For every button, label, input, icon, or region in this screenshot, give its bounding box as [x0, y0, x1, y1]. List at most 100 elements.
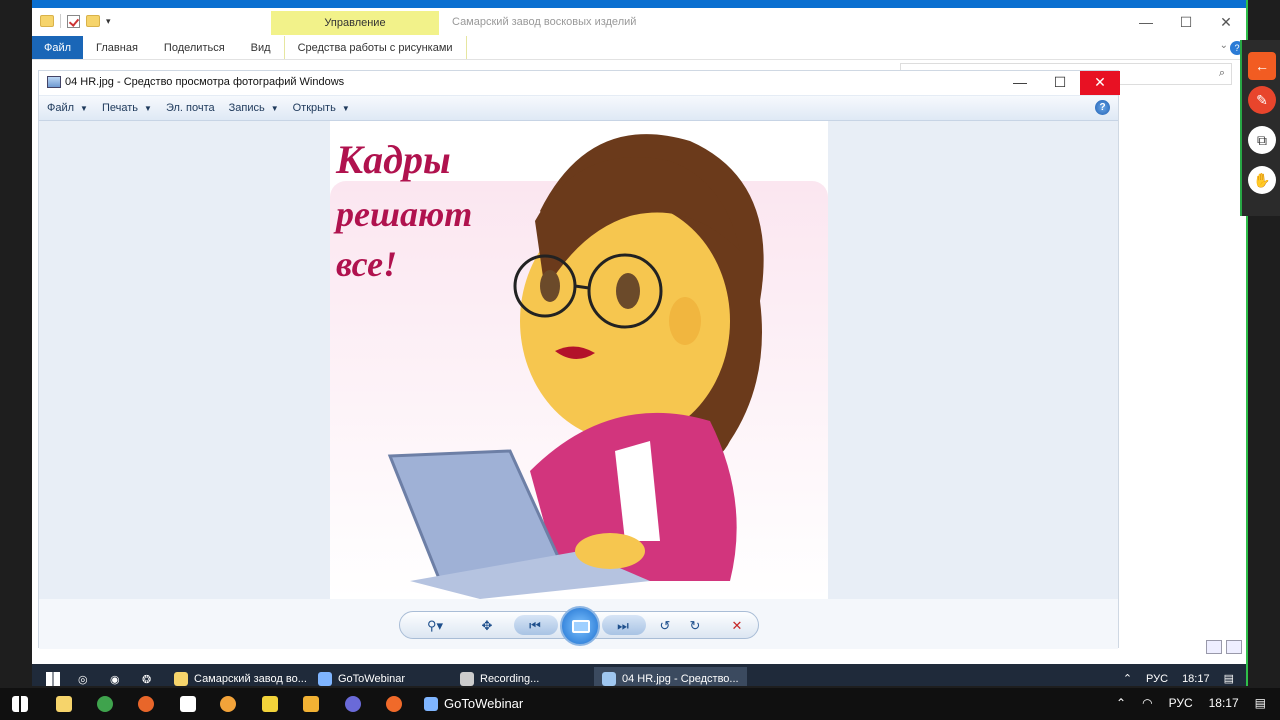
delete-icon[interactable]: ✕: [726, 616, 748, 636]
search-icon: ⌕: [1218, 67, 1225, 79]
rotate-left-icon[interactable]: ↺: [654, 616, 676, 636]
separator: [60, 14, 61, 28]
details-view-icon[interactable]: [1206, 640, 1222, 654]
gotowebinar-icon: [318, 672, 332, 686]
properties-icon[interactable]: [67, 14, 80, 28]
taskbar-item-recording[interactable]: Recording...: [452, 667, 547, 686]
firefox-icon[interactable]: ❂: [134, 667, 159, 686]
chevron-up-icon[interactable]: ⌃: [1116, 696, 1126, 710]
menu-email[interactable]: Эл. почта: [166, 102, 215, 114]
taskbar-item-label: GoToWebinar: [338, 673, 406, 685]
quick-access-toolbar: ▾: [40, 14, 111, 28]
viewer-help-icon[interactable]: ?: [1095, 100, 1110, 115]
viewer-menu-bar: Файл ▼ Печать ▼ Эл. почта Запись ▼ Открыть ▼…: [39, 95, 1118, 121]
wifi-icon[interactable]: ◠: [1142, 696, 1152, 710]
menu-open-label: Открыть: [292, 102, 336, 114]
menu-file[interactable]: Файл ▼: [47, 102, 88, 114]
menu-print[interactable]: Печать ▼: [102, 102, 152, 114]
gotowebinar-icon: [424, 696, 438, 711]
photo-viewer-window: 04 HR.jpg - Средство просмотра фотографи…: [38, 70, 1120, 649]
customize-toolbar-icon[interactable]: ▾: [106, 16, 111, 27]
notifications-icon[interactable]: ▤: [1255, 696, 1266, 710]
ribbon-expand-icon[interactable]: ⌄: [1220, 40, 1228, 51]
remote-desktop: ▾ Управление Самарский завод восковых из…: [32, 0, 1248, 686]
windows-icon[interactable]: [12, 696, 28, 712]
screen-share-icon[interactable]: ⧉: [1248, 126, 1276, 154]
tab-share[interactable]: Поделиться: [151, 36, 238, 59]
remote-system-tray: ⌃ РУС 18:17 ▤: [1123, 672, 1234, 686]
rotate-right-icon[interactable]: ↻: [684, 616, 706, 636]
explorer-ribbon: Файл Главная Поделиться Вид Средства раб…: [32, 36, 1248, 60]
remote-taskbar: ◎ ◉ ❂ Самарский завод во... GoToWebinar …: [32, 664, 1248, 686]
taskbar-item-label: 04 HR.jpg - Средство...: [622, 673, 739, 685]
large-icons-view-icon[interactable]: [1226, 640, 1242, 654]
viewer-window-title: 04 HR.jpg - Средство просмотра фотографи…: [65, 76, 345, 88]
menu-open[interactable]: Открыть ▼: [293, 102, 350, 114]
viewer-close-button[interactable]: ✕: [1080, 71, 1120, 95]
chevron-down-icon: ▼: [270, 103, 279, 113]
tab-home[interactable]: Главная: [83, 36, 151, 59]
explorer-maximize-button[interactable]: ☐: [1166, 12, 1206, 32]
firefox-icon[interactable]: [138, 696, 154, 712]
explorer-title-bar: ▾ Управление Самарский завод восковых из…: [32, 8, 1248, 36]
taskbar-item-label: Recording...: [480, 673, 540, 685]
menu-burn-label: Запись: [228, 102, 265, 114]
zoom-icon[interactable]: ⚲▾: [424, 616, 446, 636]
recording-icon: [460, 672, 474, 686]
folder-icon[interactable]: [56, 696, 72, 712]
image-canvas: Кадры решают все!: [39, 121, 1118, 599]
tab-file[interactable]: Файл: [32, 36, 84, 59]
photo-image: Кадры решают все!: [330, 121, 828, 599]
caption-line-1: Кадры: [335, 137, 451, 182]
control-pill: ⚲▾ ✥ ⏮ ⏭ ↺ ↻ ✕: [399, 606, 759, 646]
tab-manage[interactable]: Управление: [271, 11, 439, 35]
start-button[interactable]: [38, 667, 68, 686]
host-system-tray: ⌃ ◠ РУС 18:17 ▤: [1116, 696, 1266, 710]
actual-size-icon[interactable]: ✥: [476, 616, 498, 636]
explorer-minimize-button[interactable]: —: [1126, 12, 1166, 32]
menu-email-label: Эл. почта: [165, 102, 215, 114]
chevron-down-icon: ▼: [144, 103, 152, 113]
raise-hand-icon[interactable]: ✋: [1248, 166, 1276, 194]
chevron-up-icon[interactable]: ⌃: [1123, 672, 1132, 685]
folder-icon: [174, 672, 188, 686]
next-icon: ⏭: [617, 618, 629, 633]
taskbar-item-gotowebinar[interactable]: GoToWebinar: [310, 667, 413, 686]
recorder-icon[interactable]: [386, 696, 402, 712]
language-indicator[interactable]: РУС: [1146, 673, 1168, 685]
previous-icon: ⏮: [529, 618, 541, 633]
viewer-maximize-button[interactable]: ☐: [1040, 71, 1080, 95]
notifications-icon[interactable]: ▤: [1224, 672, 1234, 685]
viewer-controls: ⚲▾ ✥ ⏮ ⏭ ↺ ↻ ✕: [39, 599, 1118, 649]
chevron-down-icon: ▼: [341, 103, 350, 113]
chevron-down-icon: ▼: [80, 103, 88, 113]
chrome-icon[interactable]: [97, 696, 113, 712]
menu-burn[interactable]: Запись ▼: [229, 102, 279, 114]
hr-cartoon-illustration: Кадры решают все!: [330, 134, 828, 599]
tab-view[interactable]: Вид: [238, 36, 284, 59]
photo-viewer-icon: [602, 672, 616, 686]
tab-picture-tools[interactable]: Средства работы с рисунками: [283, 36, 467, 59]
taskbar-item-photo-viewer[interactable]: 04 HR.jpg - Средство...: [594, 667, 747, 686]
new-folder-icon[interactable]: [86, 15, 100, 27]
warning-app-icon[interactable]: [303, 696, 319, 712]
clock[interactable]: 18:17: [1182, 673, 1210, 685]
document-icon[interactable]: [180, 696, 196, 712]
app-icon[interactable]: [220, 696, 236, 712]
mic-muted-icon[interactable]: ✎: [1248, 86, 1276, 114]
language-indicator[interactable]: РУС: [1169, 696, 1193, 710]
taskbar-item-gotowebinar[interactable]: GoToWebinar: [424, 696, 523, 711]
host-taskbar: GoToWebinar ⌃ ◠ РУС 18:17 ▤: [0, 688, 1280, 720]
arrow-left-icon[interactable]: ←: [1248, 52, 1276, 80]
media-player-icon[interactable]: [262, 696, 278, 712]
explorer-close-button[interactable]: ✕: [1206, 12, 1246, 32]
chrome-icon[interactable]: ◉: [102, 667, 128, 686]
browser-icon[interactable]: [345, 696, 361, 712]
folder-icon[interactable]: [40, 15, 54, 27]
clock[interactable]: 18:17: [1209, 696, 1239, 710]
taskbar-item-explorer[interactable]: Самарский завод во...: [166, 667, 315, 686]
slideshow-icon: [572, 620, 590, 633]
viewer-minimize-button[interactable]: —: [1000, 71, 1040, 95]
slideshow-button[interactable]: [560, 606, 600, 646]
cortana-icon[interactable]: ◎: [70, 667, 96, 686]
